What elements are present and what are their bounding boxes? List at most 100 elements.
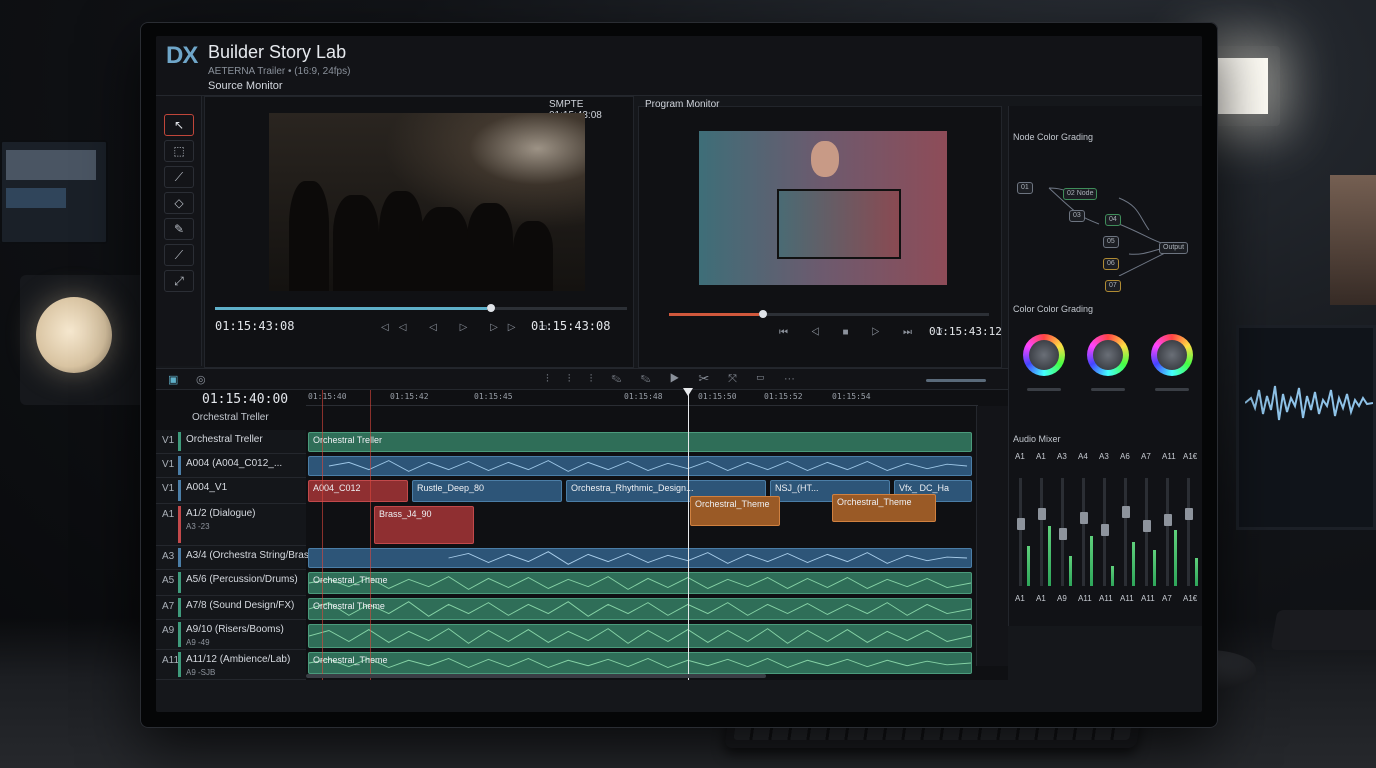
mixer-channel-label: A3 (1057, 452, 1067, 461)
mixer-fader-handle[interactable] (1059, 528, 1067, 540)
in-point-marker[interactable] (322, 390, 323, 680)
playhead[interactable] (683, 388, 693, 680)
source-timecode-in: 01:15:43:08 (215, 319, 295, 333)
ruler-label: 01:15:42 (390, 392, 429, 401)
mixer-level-meter (1069, 556, 1072, 586)
track-name: A5/6 (Percussion/Drums) (186, 574, 298, 585)
source-video-frame[interactable] (269, 113, 585, 291)
mixer-fader-handle[interactable] (1101, 524, 1109, 536)
mixer-fader-handle[interactable] (1122, 506, 1130, 518)
marker-icon[interactable]: ◎ (196, 373, 206, 386)
mixer-fader-handle[interactable] (1017, 518, 1025, 530)
slip-tool-icon[interactable]: ◇ (164, 192, 194, 214)
mixer-fader-handle[interactable] (1143, 520, 1151, 532)
timeline-clip[interactable]: Rustle_Deep_80 (412, 480, 562, 502)
mixer-channel-label: A11 (1099, 594, 1113, 603)
color-node[interactable]: 02 Node (1063, 188, 1098, 200)
timeline-clip[interactable] (308, 456, 972, 476)
timeline-clip[interactable]: Orchestral_Theme (308, 572, 972, 594)
side-monitor (1236, 325, 1376, 530)
gamma-slider[interactable] (1091, 388, 1125, 391)
mixer-fader-handle[interactable] (1164, 514, 1172, 526)
track-header[interactable]: V1 Orchestral Treller (156, 430, 306, 454)
pen-tool-icon[interactable]: ✎ (164, 218, 194, 240)
timeline-clip[interactable] (308, 624, 972, 648)
mixer-fader-handle[interactable] (1038, 508, 1046, 520)
mixer-level-meter (1027, 546, 1030, 586)
color-node-output[interactable]: Output (1159, 242, 1189, 254)
gamma-color-wheel[interactable] (1087, 334, 1129, 376)
timeline-clip[interactable]: Orchestral Theme (308, 598, 972, 620)
timeline-horizontal-scrollbar[interactable] (306, 674, 766, 678)
mixer-level-meter (1174, 530, 1177, 586)
source-scrub-bar[interactable] (215, 304, 627, 312)
mixer-fader-track[interactable] (1187, 478, 1190, 586)
mixer-fader-track[interactable] (1166, 478, 1169, 586)
track-name: A1/2 (Dialogue) (186, 508, 256, 519)
mixer-fader-track[interactable] (1040, 478, 1043, 586)
color-node[interactable]: 06 (1103, 258, 1119, 270)
track-header[interactable]: A7 A7/8 (Sound Design/FX) (156, 596, 306, 620)
moon-lamp (20, 275, 150, 405)
timeline-clip[interactable]: Orchestral_Theme (308, 652, 972, 674)
zoom-tool-icon[interactable]: ⤢ (164, 270, 194, 292)
program-scrub-bar[interactable] (669, 310, 989, 318)
mixer-fader-handle[interactable] (1185, 508, 1193, 520)
mixer-fader-handle[interactable] (1080, 512, 1088, 524)
select-tool-icon[interactable]: ↖ (164, 114, 194, 136)
timeline-clip[interactable]: Orchestral_Theme (832, 494, 936, 522)
lift-slider[interactable] (1027, 388, 1061, 391)
color-node[interactable]: 07 (1105, 280, 1121, 292)
color-wheels-title: Color Color Grading (1013, 304, 1094, 314)
mixer-channel-label: A9 (1057, 594, 1067, 603)
color-node[interactable]: 05 (1103, 236, 1119, 248)
track-level: A9 -49 (186, 638, 210, 647)
mixer-fader-track[interactable] (1124, 478, 1127, 586)
wall-picture (1330, 175, 1376, 305)
eyedropper-tool-icon[interactable]: ⟋ (164, 244, 194, 266)
timeline-ruler[interactable]: 01:15:40 01:15:42 01:15:45 01:15:48 01:1… (306, 390, 978, 406)
lift-color-wheel[interactable] (1023, 334, 1065, 376)
marquee-tool-icon[interactable]: ⬚ (164, 140, 194, 162)
color-node[interactable]: 04 (1105, 214, 1121, 226)
timeline-clip[interactable]: A004_C012 (308, 480, 408, 502)
track-header[interactable]: A9 A9/10 (Risers/Booms) A9 -49 (156, 620, 306, 650)
mixer-fader-track[interactable] (1019, 478, 1022, 586)
mixer-channel-label: A3 (1099, 452, 1109, 461)
razor-tool-icon[interactable]: ⟋ (164, 166, 194, 188)
mixer-level-meter (1090, 536, 1093, 586)
color-node[interactable]: 01 (1017, 182, 1033, 194)
timeline-edit-tools[interactable]: ⫶ ⫶ ⫶ ✎ ✎ ▶ ✂ ⤧ ▭ ⋯ (546, 373, 803, 386)
timeline-zoom-slider[interactable] (926, 379, 986, 382)
gain-slider[interactable] (1155, 388, 1189, 391)
app-title: Builder Story Lab (208, 42, 347, 62)
audio-mixer-title: Audio Mixer (1013, 434, 1061, 444)
timeline-view-icon[interactable]: ▣ (168, 373, 178, 386)
program-transport-controls[interactable]: ⏮ ◁ ■ ▷ ⏭ ↺ (779, 327, 953, 338)
source-scrub-handle[interactable] (486, 304, 495, 312)
out-point-marker[interactable] (370, 390, 371, 680)
track-header[interactable]: A5 A5/6 (Percussion/Drums) (156, 570, 306, 596)
mixer-channel-label: A7 (1141, 452, 1151, 461)
timeline-clip[interactable]: Orchestral_Theme (690, 496, 780, 526)
timeline-clip[interactable] (308, 548, 972, 568)
gain-color-wheel[interactable] (1151, 334, 1193, 376)
timeline-clip[interactable]: Orchestral Treller (308, 432, 972, 452)
program-monitor: Program Monitor ⏮ ◁ ■ ▷ ⏭ ↺ 01:15:43:12 (638, 99, 1002, 368)
track-name: A7/8 (Sound Design/FX) (186, 600, 295, 611)
track-header[interactable]: A11 A11/12 (Ambience/Lab) A9 -SJB (156, 650, 306, 680)
program-video-frame[interactable] (699, 131, 947, 285)
mixer-fader-track[interactable] (1082, 478, 1085, 586)
mixer-channel-label: A11 (1120, 594, 1134, 603)
color-node[interactable]: 03 (1069, 210, 1085, 222)
timeline-clip[interactable]: Brass_J4_90 (374, 506, 474, 544)
track-header[interactable]: V1 A004 (A004_C012_... (156, 454, 306, 478)
track-header[interactable]: V1 A004_V1 (156, 478, 306, 504)
track-header[interactable]: A1 A1/2 (Dialogue) A3 -23 (156, 504, 306, 546)
track-header[interactable]: A3 A3/4 (Orchestra String/Brass) (156, 546, 317, 570)
mixer-fader-track[interactable] (1145, 478, 1148, 586)
background-monitor (0, 140, 108, 244)
program-scrub-handle[interactable] (758, 310, 767, 318)
track-level: A9 -SJB (186, 668, 216, 677)
mixer-level-meter (1111, 566, 1114, 586)
